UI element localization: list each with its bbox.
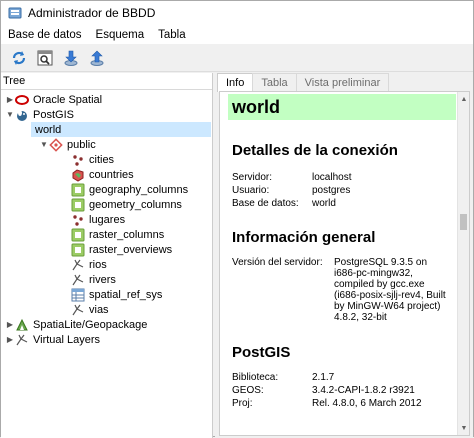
- tree-item-spatialite[interactable]: ▶ SpatiaLite/Geopackage: [5, 317, 147, 332]
- db-manager-window: Administrador de BBDD Base de datos Esqu…: [0, 0, 474, 438]
- tree-item-lugares[interactable]: lugares: [71, 212, 125, 227]
- tab-info[interactable]: Info: [217, 73, 254, 92]
- postgis-heading: PostGIS: [232, 344, 291, 361]
- point-layer-icon: [71, 153, 85, 167]
- toolbar: [1, 44, 473, 72]
- spatialite-icon: [15, 318, 29, 332]
- import-layer-icon: [64, 50, 77, 66]
- tree-item-raster-columns[interactable]: raster_columns: [71, 227, 164, 242]
- line-layer-icon: [71, 273, 85, 287]
- scroll-thumb[interactable]: [460, 214, 467, 230]
- table-icon: [71, 228, 85, 242]
- chevron-right-icon[interactable]: ▶: [5, 332, 15, 347]
- tree-item-geometry-columns[interactable]: geometry_columns: [71, 197, 182, 212]
- db-manager-icon: [8, 7, 22, 19]
- tree-item-geography-columns[interactable]: geography_columns: [71, 182, 188, 197]
- tree-item-oracle-spatial[interactable]: ▶ Oracle Spatial: [5, 92, 102, 107]
- refresh-icon: [12, 50, 25, 65]
- chevron-right-icon[interactable]: ▶: [5, 92, 15, 107]
- tree-item-rios[interactable]: rios: [71, 257, 107, 272]
- menu-bar: Base de datos Esquema Tabla: [1, 25, 473, 44]
- window-title: Administrador de BBDD: [28, 6, 156, 20]
- database-field: Base de datos: world: [232, 198, 336, 209]
- server-field: Servidor: localhost: [232, 172, 352, 183]
- info-content: world Detalles de la conexión Servidor: l…: [219, 91, 470, 436]
- table-icon: [71, 198, 85, 212]
- tree-item-countries[interactable]: countries: [71, 167, 134, 182]
- tree-item-rivers[interactable]: rivers: [71, 272, 116, 287]
- title-bar: Administrador de BBDD: [1, 1, 473, 25]
- export-icon: [90, 50, 103, 66]
- server-version-field: Versión del servidor: PostgreSQL 9.3.5 o…: [232, 257, 446, 323]
- library-field: Biblioteca: 2.1.7: [232, 372, 335, 383]
- refresh-button[interactable]: [7, 46, 30, 69]
- line-layer-icon: [71, 258, 85, 272]
- tab-table[interactable]: Tabla: [252, 73, 297, 91]
- tab-bar: Info Tabla Vista preliminar: [217, 73, 390, 92]
- scroll-up-icon[interactable]: ▲: [458, 92, 469, 106]
- schema-icon: [49, 137, 63, 152]
- tree-item-spatial-ref-sys[interactable]: spatial_ref_sys: [71, 287, 162, 302]
- user-field: Usuario: postgres: [232, 185, 351, 196]
- grid-table-icon: [71, 288, 85, 302]
- info-document: world Detalles de la conexión Servidor: l…: [228, 94, 456, 409]
- tree-item-postgis[interactable]: ▼ PostGIS: [5, 107, 74, 122]
- tree-header: Tree: [1, 73, 212, 90]
- import-layer-button[interactable]: [59, 46, 82, 69]
- menu-table[interactable]: Tabla: [151, 29, 193, 41]
- menu-database[interactable]: Base de datos: [1, 29, 89, 41]
- tree-item-world[interactable]: world: [31, 122, 211, 137]
- table-icon: [71, 183, 85, 197]
- export-button[interactable]: [85, 46, 108, 69]
- tree-item-virtual-layers[interactable]: ▶ Virtual Layers: [5, 332, 100, 347]
- geos-field: GEOS: 3.4.2-CAPI-1.8.2 r3921: [232, 385, 415, 396]
- info-panel: Info Tabla Vista preliminar world Detall…: [215, 73, 473, 438]
- virtual-layers-icon: [15, 333, 29, 347]
- sql-window-button[interactable]: [33, 46, 56, 69]
- line-layer-icon: [71, 303, 85, 317]
- vertical-scrollbar[interactable]: ▲ ▼: [457, 92, 469, 435]
- sql-window-icon: [37, 50, 52, 65]
- tree-panel: Tree ▶ Oracle Spatial ▼ PostGIS world ▼ …: [1, 73, 213, 438]
- connection-heading: Detalles de la conexión: [232, 142, 398, 159]
- proj-field: Proj: Rel. 4.8.0, 6 March 2012: [232, 398, 422, 409]
- chevron-down-icon[interactable]: ▼: [5, 107, 15, 122]
- oracle-icon: [15, 93, 29, 107]
- general-info-heading: Información general: [232, 229, 376, 246]
- polygon-layer-icon: [71, 168, 85, 182]
- point-layer-icon: [71, 213, 85, 227]
- tree-item-cities[interactable]: cities: [71, 152, 114, 167]
- tree-item-vias[interactable]: vias: [71, 302, 109, 317]
- table-icon: [71, 243, 85, 257]
- tab-preview[interactable]: Vista preliminar: [295, 73, 390, 91]
- tree-item-public[interactable]: ▼ public: [39, 137, 96, 152]
- postgis-icon: [15, 108, 29, 122]
- menu-schema[interactable]: Esquema: [89, 29, 152, 41]
- tree-item-raster-overviews[interactable]: raster_overviews: [71, 242, 172, 257]
- scroll-down-icon[interactable]: ▼: [458, 421, 469, 435]
- chevron-down-icon[interactable]: ▼: [39, 137, 49, 152]
- chevron-right-icon[interactable]: ▶: [5, 317, 15, 332]
- db-name-banner: world: [228, 94, 456, 120]
